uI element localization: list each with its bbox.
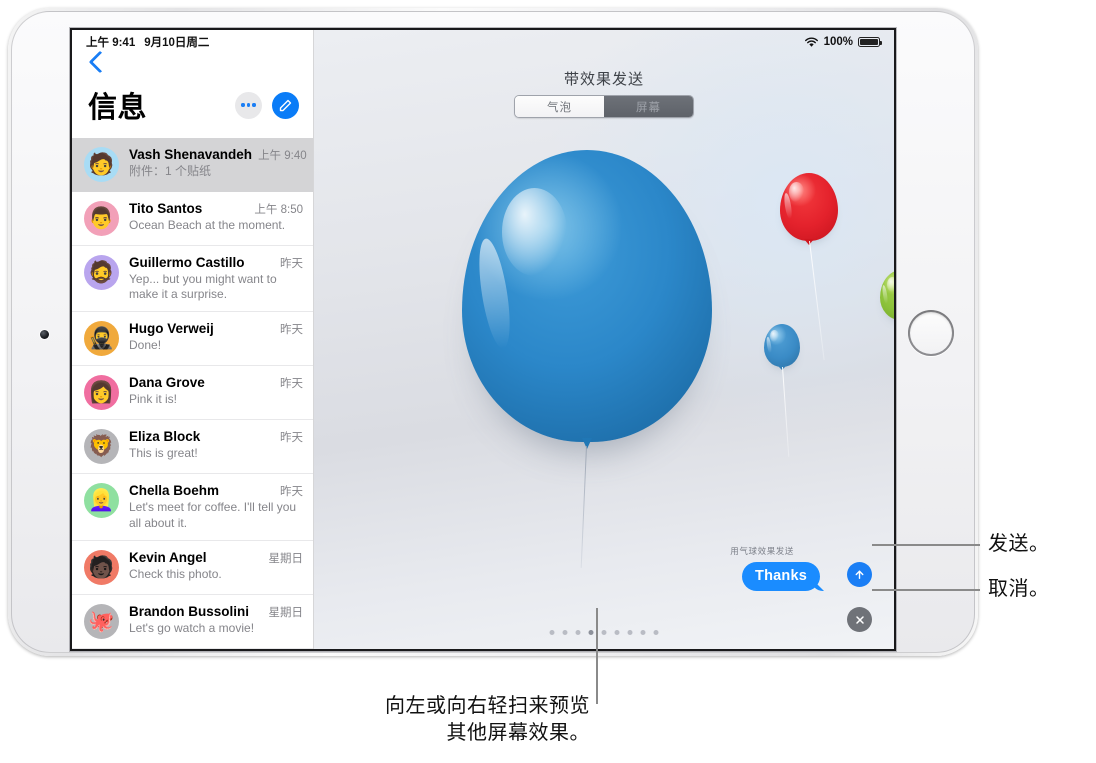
effects-title: 带效果发送 — [563, 71, 644, 88]
page-dot[interactable] — [627, 630, 633, 635]
page-dot[interactable] — [653, 630, 659, 635]
conversation-row[interactable]: 👨 Tito Santos 上午 8:50 Ocean Beach at the mo… — [72, 192, 313, 246]
battery-full-icon — [858, 37, 882, 47]
avatar: 🧑 — [84, 147, 119, 182]
messages-sidebar: 信息 🧑 Vash Shenavandeh 上午 9:40 附件：1 个贴纸 👨 Tito… — [72, 30, 314, 649]
sidebar-title-row: 信息 — [72, 70, 313, 138]
conversation-preview: This is great! — [129, 446, 198, 461]
page-dot[interactable] — [614, 630, 620, 635]
send-hint-label: 用气球效果发送 — [730, 546, 794, 556]
conversation-row[interactable]: 👱‍♀️ Chella Boehm 昨天 Let's meet for coffee.… — [72, 474, 313, 541]
conversation-preview: Yep... but you might want to make it a s… — [129, 272, 277, 302]
conversation-row[interactable]: 🦁 Eliza Block 昨天 This is great! — [72, 420, 313, 475]
ipad-screen: 上午 9:41 9月10日周二 100% 信息 🧑 Vash Shenavand… — [72, 30, 894, 649]
conversation-row[interactable]: 🧔 Guillermo Castillo 昨天 Yep... but you migh… — [72, 246, 313, 313]
leader-line-cancel — [872, 589, 980, 591]
page-dot[interactable] — [601, 630, 607, 635]
leader-line-swipe — [596, 608, 598, 704]
conversation-preview: Let's go watch a movie! — [129, 620, 255, 635]
conversation-name: Brandon Bussolini — [129, 603, 250, 619]
conversation-time: 上午 9:40 — [258, 150, 307, 162]
effect-page-dots[interactable] — [549, 630, 659, 635]
page-title: 信息 — [88, 92, 148, 124]
conversation-row[interactable]: 🧑🏿 Kevin Angel 星期日 Check this photo. — [72, 541, 313, 595]
effect-type-segmented-control[interactable]: 气泡 屏幕 — [514, 95, 694, 118]
send-with-effect-panel: 带效果发送 气泡 屏幕 用气球效果发送 Thanks — [314, 30, 894, 649]
conversation-name: Dana Grove — [129, 375, 205, 391]
conversation-preview: Check this photo. — [129, 566, 222, 581]
conversation-row[interactable]: 🥷 Hugo Verweij 昨天 Done! — [72, 312, 313, 367]
status-date: 9月10日周二 — [144, 37, 210, 49]
cancel-x-icon[interactable] — [847, 607, 872, 632]
segment-bubble[interactable]: 气泡 — [515, 96, 604, 117]
page-dot[interactable] — [640, 630, 646, 635]
conversation-row[interactable]: 👩 Dana Grove 昨天 Pink it is! — [72, 366, 313, 421]
conversation-name: Eliza Block — [129, 429, 201, 445]
wifi-icon — [804, 36, 818, 47]
conversation-list[interactable]: 🧑 Vash Shenavandeh 上午 9:40 附件：1 个贴纸 👨 Tito Sa… — [72, 138, 313, 649]
avatar: 🧑🏿 — [84, 549, 119, 585]
conversation-name: Hugo Verweij — [129, 321, 214, 337]
conversation-time: 星期日 — [268, 552, 304, 565]
screenshot-root: 上午 9:41 9月10日周二 100% 信息 🧑 Vash Shenavand… — [0, 0, 1096, 763]
conversation-row[interactable]: 🐙 Brandon Bussolini 星期日 Let's go watch a mo… — [72, 595, 313, 649]
red-balloon — [780, 173, 838, 361]
conversation-preview: Pink it is! — [129, 392, 178, 407]
more-dots-icon[interactable] — [235, 91, 262, 119]
conversation-time: 星期日 — [268, 606, 304, 619]
conversation-name: Guillermo Castillo — [129, 255, 245, 270]
ipad-device-frame: 上午 9:41 9月10日周二 100% 信息 🧑 Vash Shenavand… — [8, 8, 978, 656]
conversation-preview: Ocean Beach at the moment. — [129, 218, 286, 232]
callout-send: 发送。 — [988, 533, 1050, 555]
conversation-name: Chella Boehm — [129, 483, 220, 499]
conversation-name: Kevin Angel — [129, 549, 207, 565]
small-blue-balloon — [764, 324, 800, 457]
green-balloon — [880, 270, 894, 320]
status-bar: 上午 9:41 9月10日周二 100% — [72, 30, 894, 54]
large-blue-balloon — [462, 150, 712, 568]
avatar: 🐙 — [84, 603, 119, 639]
leader-line-send — [872, 544, 980, 546]
conversation-time: 昨天 — [280, 324, 303, 337]
segment-screen[interactable]: 屏幕 — [604, 96, 693, 117]
conversation-time: 昨天 — [280, 432, 303, 445]
avatar: 🦁 — [84, 429, 119, 465]
front-camera-icon — [40, 330, 49, 339]
page-dot[interactable] — [588, 630, 594, 635]
battery-percent-label: 100% — [823, 36, 853, 48]
conversation-preview: Let's meet for coffee. I'll tell you all… — [129, 500, 297, 530]
conversation-time: 昨天 — [280, 258, 303, 270]
avatar: 🥷 — [84, 321, 119, 357]
conversation-time: 昨天 — [280, 486, 303, 499]
callout-cancel: 取消。 — [988, 578, 1050, 600]
avatar: 👩 — [84, 375, 119, 411]
conversation-row[interactable]: 🧑 Vash Shenavandeh 上午 9:40 附件：1 个贴纸 — [72, 138, 313, 192]
avatar: 👱‍♀️ — [84, 483, 119, 519]
avatar: 👨 — [84, 201, 119, 236]
page-dot[interactable] — [549, 630, 555, 635]
page-dot[interactable] — [575, 630, 581, 635]
message-bubble-preview: Thanks — [742, 562, 820, 591]
conversation-time: 上午 8:50 — [254, 204, 303, 216]
page-dot[interactable] — [562, 630, 568, 635]
compose-icon[interactable] — [272, 91, 299, 119]
conversation-name: Tito Santos — [129, 201, 203, 216]
callout-swipe: 向左或向右轻扫来预览 其他屏幕效果。 — [385, 695, 590, 744]
status-time: 上午 9:41 — [86, 37, 136, 49]
avatar: 🧔 — [84, 255, 119, 290]
conversation-preview: Done! — [129, 338, 162, 353]
conversation-time: 昨天 — [280, 378, 303, 391]
conversation-preview: 附件：1 个贴纸 — [129, 164, 212, 178]
conversation-name: Vash Shenavandeh — [129, 147, 253, 162]
home-button[interactable] — [908, 310, 954, 356]
send-arrow-up-icon[interactable] — [847, 562, 872, 587]
